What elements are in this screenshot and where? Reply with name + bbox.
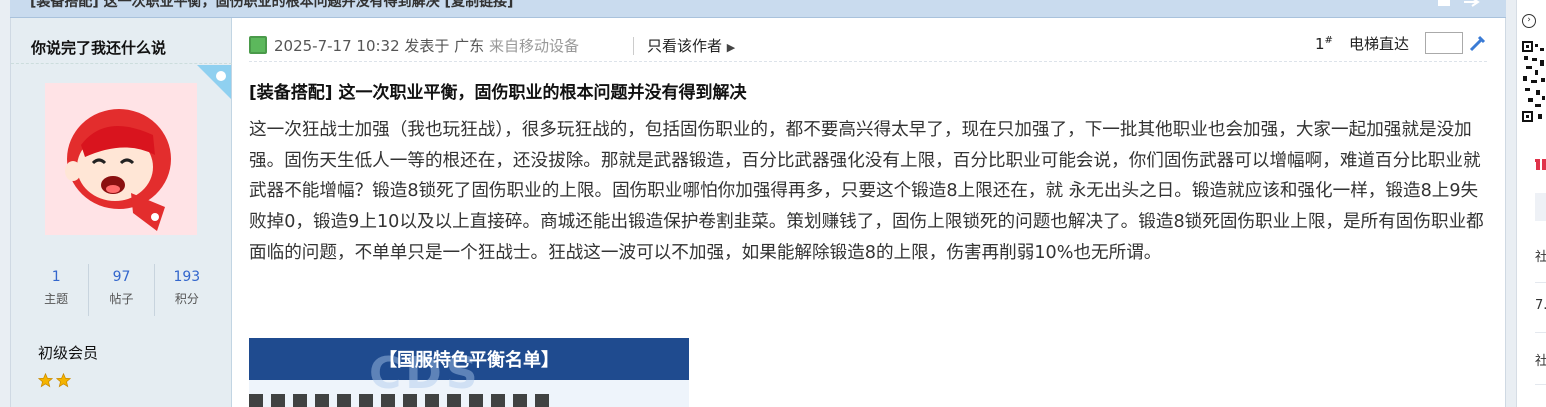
star-icon bbox=[56, 373, 71, 388]
post-meta: 2025-7-17 10:32 发表于 广东 来自移动设备 只看该作者 ▶ 1#… bbox=[249, 32, 1487, 62]
post-date: 2025-7-17 10:32 发表于 广东 来自移动设备 bbox=[274, 35, 579, 56]
post-location: 发表于 广东 bbox=[404, 37, 485, 55]
stat-posts[interactable]: 97 帖子 bbox=[89, 264, 155, 316]
user-group[interactable]: 初级会员 bbox=[38, 342, 98, 363]
stat-value: 1 bbox=[51, 269, 61, 285]
arrow-right-icon: ▶ bbox=[726, 41, 736, 54]
stat-credits[interactable]: 193 积分 bbox=[155, 264, 219, 316]
online-status-icon bbox=[249, 36, 267, 54]
stat-threads[interactable]: 1 主题 bbox=[24, 264, 90, 316]
post: 你说完了我还什么说 1 主题 97 帖子 193 积分 初级会员 2025-7-… bbox=[10, 18, 1506, 407]
stat-label: 帖子 bbox=[109, 292, 134, 306]
only-author-label: 只看该作者 bbox=[647, 37, 723, 55]
avatar[interactable] bbox=[45, 83, 197, 235]
post-image-title: 【国服特色平衡名单】 bbox=[379, 350, 559, 371]
stat-label: 主题 bbox=[44, 292, 69, 306]
divider bbox=[1535, 282, 1546, 283]
star-icon bbox=[38, 373, 53, 388]
thread-title-bar: [装备搭配] 这一次职业平衡，固伤职业的根本问题并没有得到解决 [复制链接] bbox=[10, 0, 1506, 18]
jump-label: 电梯直达 bbox=[1349, 35, 1410, 53]
post-image[interactable]: CDS 【国服特色平衡名单】 bbox=[249, 338, 689, 407]
right-sidebar: › 社 7. 社 bbox=[1516, 0, 1546, 407]
print-icon[interactable] bbox=[1436, 0, 1496, 8]
stat-value: 193 bbox=[173, 269, 201, 285]
author-stats: 1 主题 97 帖子 193 积分 bbox=[24, 264, 219, 316]
stat-label: 积分 bbox=[174, 292, 199, 306]
post-content: 这一次狂战士加强（我也玩狂战），很多玩狂战的，包括固伤职业的，都不要高兴得太早了… bbox=[249, 120, 1484, 263]
stat-value: 97 bbox=[112, 269, 131, 285]
sidebar-item[interactable]: 社 bbox=[1535, 246, 1546, 265]
author-name[interactable]: 你说完了我还什么说 bbox=[31, 37, 166, 58]
qr-code-icon bbox=[1522, 40, 1546, 126]
rank-stars bbox=[38, 373, 71, 388]
jump-floor-input[interactable] bbox=[1425, 32, 1463, 54]
arrow-circle-icon[interactable]: › bbox=[1522, 14, 1536, 28]
divider bbox=[11, 63, 232, 64]
thread-title: [装备搭配] 这一次职业平衡，固伤职业的根本问题并没有得到解决 [复制链接] bbox=[30, 0, 514, 10]
floor-mark: # bbox=[1324, 35, 1333, 46]
post-title: [装备搭配] 这一次职业平衡，固伤职业的根本问题并没有得到解决 bbox=[249, 83, 747, 103]
divider bbox=[1535, 332, 1546, 333]
divider bbox=[633, 37, 634, 55]
floor-number[interactable]: 1# bbox=[1315, 35, 1333, 53]
post-device: 来自移动设备 bbox=[488, 37, 579, 55]
sidebar-item[interactable]: 7. bbox=[1535, 298, 1546, 313]
post-datetime: 2025-7-17 10:32 bbox=[274, 37, 400, 55]
avatar-image bbox=[65, 109, 171, 231]
page: [装备搭配] 这一次职业平衡，固伤职业的根本问题并没有得到解决 [复制链接] 你… bbox=[0, 0, 1546, 407]
sidebar-banner[interactable] bbox=[1535, 193, 1546, 221]
android-corner-icon bbox=[197, 65, 231, 99]
only-author-link[interactable]: 只看该作者 ▶ bbox=[647, 35, 735, 56]
divider bbox=[1535, 384, 1546, 385]
post-image-text-line bbox=[249, 394, 549, 407]
thread-controls[interactable] bbox=[1436, 0, 1496, 11]
jump-go-icon[interactable] bbox=[1467, 34, 1487, 54]
sidebar-item[interactable]: 社 bbox=[1535, 350, 1546, 369]
gift-icon bbox=[1535, 159, 1546, 170]
floor-value: 1 bbox=[1315, 35, 1325, 53]
author-column: 你说完了我还什么说 1 主题 97 帖子 193 积分 初级会员 bbox=[11, 18, 232, 407]
